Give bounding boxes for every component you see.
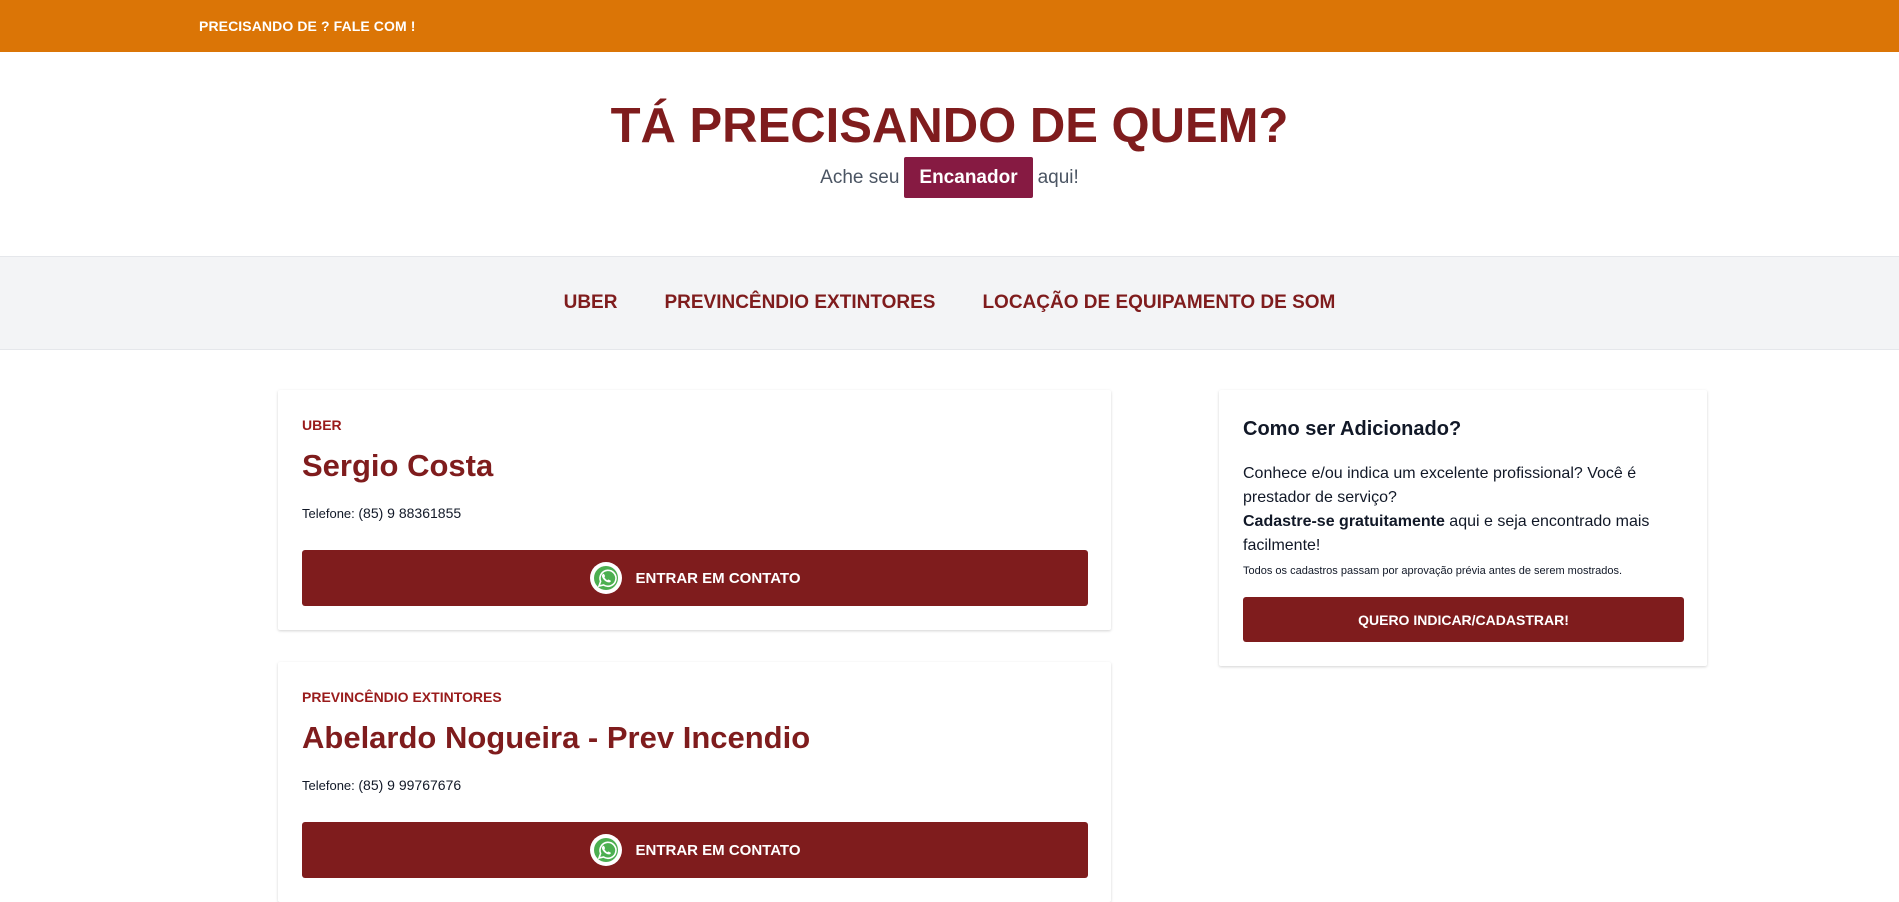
listing-name: Sergio Costa [302,448,494,483]
signup-text: Conhece e/ou indica um excelente profiss… [1243,462,1683,558]
nav-item-previncendio[interactable]: PREVINCÊNDIO EXTINTORES [664,292,935,314]
nav-item-locacao-som[interactable]: LOCAÇÃO DE EQUIPAMENTO DE SOM [982,292,1335,314]
listing-name: Abelardo Nogueira - Prev Incendio [302,720,811,755]
signup-card: Como ser Adicionado? Conhece e/ou indica… [1219,390,1707,666]
contact-button[interactable]: ENTRAR EM CONTATO [302,550,1088,606]
whatsapp-icon [589,562,622,594]
page-title: TÁ PRECISANDO DE QUEM? [610,99,1289,153]
signup-note: Todos os cadastros passam por aprovação … [1243,565,1623,577]
top-bar-text: PRECISANDO DE ? FALE COM ! [199,18,416,34]
listing-card: UBER Sergio Costa Telefone: (85) 9 88361… [278,390,1111,630]
profession-badge: Encanador [904,157,1033,198]
hero-prefix: Ache seu [820,166,900,188]
category-nav: UBER PREVINCÊNDIO EXTINTORES LOCAÇÃO DE … [0,256,1899,350]
contact-button-label: ENTRAR EM CONTATO [635,569,801,587]
listing-phone: Telefone: (85) 9 88361855 [302,505,461,521]
listing-phone: Telefone: (85) 9 99767676 [302,777,461,793]
phone-label: Telefone: [302,506,355,521]
signup-button[interactable]: QUERO INDICAR/CADASTRAR! [1243,597,1684,642]
nav-item-uber[interactable]: UBER [564,292,618,314]
listing-card: PREVINCÊNDIO EXTINTORES Abelardo Nogueir… [278,662,1111,902]
contact-button-label: ENTRAR EM CONTATO [635,841,801,859]
whatsapp-icon [589,834,622,866]
signup-text-1: Conhece e/ou indica um excelente profiss… [1243,465,1637,506]
listing-category: UBER [302,417,342,433]
phone-label: Telefone: [302,778,355,793]
phone-number: (85) 9 99767676 [358,777,462,793]
hero-suffix: aqui! [1037,166,1079,188]
signup-title: Como ser Adicionado? [1243,418,1462,440]
phone-number: (85) 9 88361855 [358,505,462,521]
signup-text-bold: Cadastre-se gratuitamente [1243,513,1445,530]
hero-subtitle: Ache seu Encanador aqui! [0,157,1899,198]
contact-button[interactable]: ENTRAR EM CONTATO [302,822,1088,878]
listing-category: PREVINCÊNDIO EXTINTORES [302,689,502,705]
top-bar: PRECISANDO DE ? FALE COM ! [0,0,1899,52]
